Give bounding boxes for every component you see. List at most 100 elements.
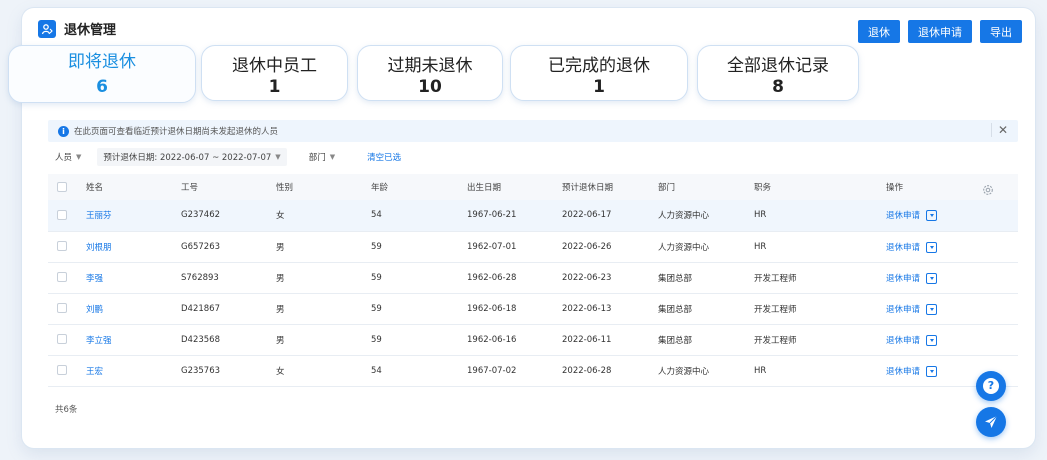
employee-name-link[interactable]: 王宏: [86, 367, 103, 377]
chevron-down-icon[interactable]: [926, 365, 938, 377]
employee-retire-date: 2022-06-11: [562, 334, 612, 345]
employee-name-link[interactable]: 刘鹏: [86, 305, 103, 315]
info-icon: i: [58, 125, 69, 137]
retire-button[interactable]: 退休: [858, 20, 900, 43]
retire-apply-link[interactable]: 退休申请: [886, 336, 920, 346]
row-checkbox[interactable]: [57, 365, 67, 376]
employee-name-link[interactable]: 刘根朋: [86, 243, 112, 253]
tab-label: 全部退休记录: [727, 56, 829, 76]
row-checkbox[interactable]: [57, 334, 67, 345]
person-filter-label: 人员: [55, 153, 73, 163]
employee-department: 人力资源中心: [658, 366, 710, 377]
tab-upcoming-retirement[interactable]: 即将退休 6: [8, 45, 196, 103]
chevron-down-icon[interactable]: [926, 272, 938, 284]
employee-department: 集团总部: [658, 304, 693, 315]
employee-gender: 女: [276, 366, 285, 377]
employee-id: D421867: [181, 303, 220, 314]
info-banner: i 在此页面可查看临近预计退休日期尚未发起退休的人员 ✕: [48, 120, 1018, 142]
department-filter[interactable]: 部门 ▼: [309, 151, 335, 163]
help-icon: ?: [983, 378, 999, 394]
row-checkbox[interactable]: [57, 303, 67, 314]
toolbar: 退休 退休申请 导出: [858, 20, 1022, 43]
retire-apply-link[interactable]: 退休申请: [886, 211, 920, 221]
employee-id: G235763: [181, 365, 221, 376]
send-icon: [985, 415, 998, 428]
column-header-gender: 性别: [276, 174, 371, 200]
retire-apply-button[interactable]: 退休申请: [908, 20, 972, 43]
app-header: 退休管理: [38, 19, 116, 38]
employee-retire-date: 2022-06-28: [562, 365, 612, 376]
employee-birth-date: 1962-07-01: [467, 241, 517, 252]
chevron-down-icon: ▼: [275, 153, 281, 161]
column-header-birth-date: 出生日期: [467, 174, 562, 200]
tab-completed-retirement[interactable]: 已完成的退休 1: [510, 45, 688, 101]
retire-date-filter[interactable]: 预计退休日期: 2022-06-07 ~ 2022-07-07 ▼: [97, 148, 287, 166]
column-header-name: 姓名: [86, 174, 181, 200]
send-button[interactable]: [976, 407, 1006, 437]
table-row[interactable]: 李强 S762893 男 59 1962-06-28 2022-06-23 集团总部 开发工程…: [48, 262, 1018, 294]
close-icon[interactable]: ✕: [990, 123, 1008, 137]
retire-apply-link[interactable]: 退休申请: [886, 305, 920, 315]
retire-date-filter-label: 预计退休日期: 2022-06-07 ~ 2022-07-07: [103, 153, 272, 163]
row-checkbox[interactable]: [57, 272, 67, 283]
export-button[interactable]: 导出: [980, 20, 1022, 43]
employee-age: 54: [371, 210, 382, 221]
retirement-logo-icon: [38, 19, 56, 38]
employee-name-link[interactable]: 李立强: [86, 336, 112, 346]
row-checkbox[interactable]: [57, 210, 67, 220]
retire-apply-link[interactable]: 退休申请: [886, 367, 920, 377]
tab-overdue-not-retired[interactable]: 过期未退休 10: [357, 45, 503, 101]
tab-retiring-employees[interactable]: 退休中员工 1: [201, 45, 348, 101]
employee-id: S762893: [181, 272, 219, 283]
table-row[interactable]: 刘根朋 G657263 男 59 1962-07-01 2022-06-26 人力资源中心 H…: [48, 231, 1018, 263]
page-title: 退休管理: [64, 23, 117, 38]
person-filter[interactable]: 人员 ▼: [55, 151, 81, 163]
tab-all-retirement-records[interactable]: 全部退休记录 8: [697, 45, 859, 101]
retire-apply-link[interactable]: 退休申请: [886, 243, 920, 253]
column-header-actions: 操作: [886, 174, 1018, 200]
employee-name-link[interactable]: 王丽芬: [86, 211, 112, 221]
employee-gender: 男: [276, 304, 285, 315]
table-row[interactable]: 王丽芬 G237462 女 54 1967-06-21 2022-06-17 人力资源中心 H…: [48, 200, 1018, 232]
select-all-checkbox[interactable]: [57, 181, 67, 192]
employee-birth-date: 1967-06-21: [467, 210, 517, 221]
table-row[interactable]: 刘鹏 D421867 男 59 1962-06-18 2022-06-13 集团总部 开发工程…: [48, 293, 1018, 325]
record-count: 共6条: [55, 405, 78, 415]
chevron-down-icon[interactable]: [926, 303, 938, 315]
employee-name-link[interactable]: 李强: [86, 274, 103, 284]
column-header-department: 部门: [658, 174, 754, 200]
employee-age: 59: [371, 334, 382, 345]
table-row[interactable]: 王宏 G235763 女 54 1967-07-02 2022-06-28 人力资源中心 HR…: [48, 355, 1018, 387]
employee-position: 开发工程师: [754, 335, 797, 346]
tab-count: 1: [593, 77, 605, 97]
department-filter-label: 部门: [308, 153, 326, 163]
employee-id: G237462: [181, 210, 221, 221]
employee-department: 人力资源中心: [658, 242, 710, 253]
clear-selection-link[interactable]: 清空已选: [367, 151, 401, 163]
chevron-down-icon[interactable]: [926, 334, 938, 346]
employee-age: 59: [371, 241, 382, 252]
table-row[interactable]: 李立强 D423568 男 59 1962-06-16 2022-06-11 集团总部 开发工…: [48, 324, 1018, 356]
retire-apply-link[interactable]: 退休申请: [886, 274, 920, 284]
employee-department: 人力资源中心: [658, 211, 710, 222]
employee-department: 集团总部: [658, 273, 693, 284]
employee-position: HR: [754, 210, 767, 221]
employee-department: 集团总部: [658, 335, 693, 346]
employee-birth-date: 1967-07-02: [467, 365, 517, 376]
chevron-down-icon[interactable]: [926, 210, 938, 222]
column-header-retire-date: 预计退休日期: [562, 174, 658, 200]
help-button[interactable]: ?: [976, 371, 1006, 401]
chevron-down-icon[interactable]: [926, 241, 938, 253]
employee-birth-date: 1962-06-18: [467, 303, 517, 314]
employee-gender: 男: [276, 242, 285, 253]
gear-icon[interactable]: [982, 181, 994, 200]
employee-position: 开发工程师: [754, 304, 797, 315]
employee-position: HR: [754, 365, 767, 376]
status-tabs: 即将退休 6 退休中员工 1 过期未退休 10 已完成的退休 1 全部退休记录 …: [8, 45, 868, 105]
tab-count: 1: [268, 77, 281, 97]
employee-retire-date: 2022-06-26: [562, 241, 612, 252]
employee-retire-date: 2022-06-13: [562, 303, 612, 314]
chevron-down-icon: ▼: [76, 153, 82, 161]
row-checkbox[interactable]: [57, 241, 67, 252]
column-header-age: 年龄: [371, 174, 467, 200]
